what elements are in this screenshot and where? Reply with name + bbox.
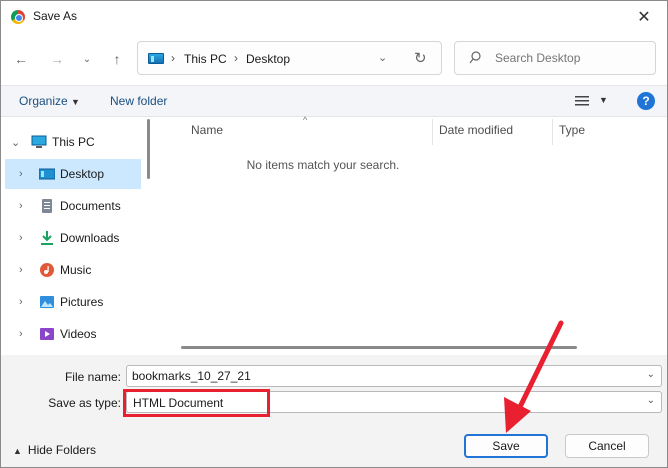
nav-item-videos[interactable]: › Videos <box>5 319 141 349</box>
nav-item-label: Downloads <box>60 231 120 245</box>
nav-item-label: Music <box>60 263 92 277</box>
refresh-icon[interactable]: ↻ <box>414 49 427 67</box>
column-header-date-modified[interactable]: Date modified <box>439 123 513 145</box>
caret-up-icon: ▲ <box>13 446 22 456</box>
nav-item-label: This PC <box>52 135 95 149</box>
file-list: ^ Name Date modified Type No items match… <box>163 115 667 353</box>
recent-locations-chevron-icon[interactable]: ⌄ <box>77 49 97 69</box>
search-box[interactable] <box>454 41 656 75</box>
view-options-icon[interactable] <box>575 95 589 107</box>
breadcrumb-separator-icon[interactable]: › <box>234 51 238 65</box>
chrome-app-icon <box>11 10 25 24</box>
nav-item-label: Desktop <box>60 167 105 181</box>
organize-dropdown-icon: ▼ <box>71 97 80 107</box>
close-button[interactable]: ✕ <box>621 1 667 33</box>
save-button[interactable]: Save <box>464 434 548 458</box>
nav-item-desktop[interactable]: › Desktop <box>5 159 141 189</box>
back-arrow-icon[interactable]: ← <box>11 49 31 69</box>
videos-icon <box>40 328 54 340</box>
pictures-icon <box>40 296 54 308</box>
empty-folder-message: No items match your search. <box>246 158 400 172</box>
help-icon[interactable]: ? <box>637 92 655 110</box>
collapsed-chevron-icon[interactable]: › <box>19 200 23 212</box>
save-as-dialog: Save As ✕ ← → ⌄ ↑ › This PC › Desktop ⌄ … <box>0 0 668 468</box>
collapsed-chevron-icon[interactable]: › <box>19 328 23 340</box>
nav-item-music[interactable]: › Music <box>5 255 141 285</box>
nav-item-label: Documents <box>60 199 121 213</box>
view-dropdown-icon[interactable]: ▼ <box>599 95 608 105</box>
collapsed-chevron-icon[interactable]: › <box>19 296 23 308</box>
column-divider[interactable] <box>432 119 433 145</box>
pc-icon <box>31 135 47 148</box>
nav-item-documents[interactable]: › Documents <box>5 191 141 221</box>
hide-folders-button[interactable]: ▲ Hide Folders <box>13 443 96 457</box>
navigation-pane: ⌄ This PC › Desktop › Documents › Downlo… <box>1 119 151 353</box>
command-bar: Organize ▼ New folder ▼ ? <box>1 85 667 117</box>
search-input[interactable] <box>495 51 645 65</box>
forward-arrow-icon[interactable]: → <box>47 49 67 69</box>
expanded-chevron-icon[interactable]: ⌄ <box>11 136 20 149</box>
organize-label: Organize <box>19 94 68 108</box>
file-name-dropdown-chevron-icon[interactable]: ⌄ <box>647 369 655 380</box>
new-folder-button[interactable]: New folder <box>110 94 167 108</box>
nav-item-downloads[interactable]: › Downloads <box>5 223 141 253</box>
file-list-scrollbar[interactable] <box>181 346 577 349</box>
nav-item-pictures[interactable]: › Pictures <box>5 287 141 317</box>
collapsed-chevron-icon[interactable]: › <box>19 232 23 244</box>
documents-icon <box>42 199 52 213</box>
nav-pane-scrollbar[interactable] <box>147 119 150 179</box>
address-bar[interactable]: › This PC › Desktop ⌄ ↻ <box>137 41 442 75</box>
file-name-input[interactable] <box>132 369 632 383</box>
search-icon <box>469 51 481 64</box>
hide-folders-label: Hide Folders <box>27 443 96 457</box>
music-icon <box>40 263 54 277</box>
organize-button[interactable]: Organize ▼ <box>19 94 80 108</box>
collapsed-chevron-icon[interactable]: › <box>19 264 23 276</box>
up-arrow-icon[interactable]: ↑ <box>107 49 127 69</box>
navigation-row: ← → ⌄ ↑ › This PC › Desktop ⌄ ↻ <box>1 39 667 79</box>
sort-ascending-icon: ^ <box>303 115 308 125</box>
cancel-button[interactable]: Cancel <box>565 434 649 458</box>
breadcrumb-desktop[interactable]: Desktop <box>246 52 290 66</box>
nav-item-this-pc[interactable]: ⌄ This PC <box>1 127 141 157</box>
breadcrumb-this-pc[interactable]: This PC <box>184 52 227 66</box>
title-bar: Save As ✕ <box>1 1 667 33</box>
highlight-box-annotation <box>123 389 270 417</box>
nav-item-label: Videos <box>60 327 97 341</box>
desktop-folder-icon <box>39 168 55 180</box>
save-as-type-label: Save as type: <box>48 396 121 410</box>
column-header-name[interactable]: Name <box>191 123 223 145</box>
file-name-label: File name: <box>64 370 121 384</box>
this-pc-icon <box>148 53 164 64</box>
window-title: Save As <box>33 9 78 23</box>
breadcrumb-separator-icon[interactable]: › <box>171 51 175 65</box>
collapsed-chevron-icon[interactable]: › <box>19 168 23 180</box>
nav-item-label: Pictures <box>60 295 104 309</box>
column-divider[interactable] <box>552 119 553 145</box>
save-as-type-chevron-icon[interactable]: ⌄ <box>647 395 655 406</box>
column-header-type[interactable]: Type <box>559 123 585 145</box>
file-name-field[interactable]: ⌄ <box>126 365 662 387</box>
address-dropdown-chevron-icon[interactable]: ⌄ <box>378 51 387 64</box>
downloads-icon <box>41 231 53 245</box>
